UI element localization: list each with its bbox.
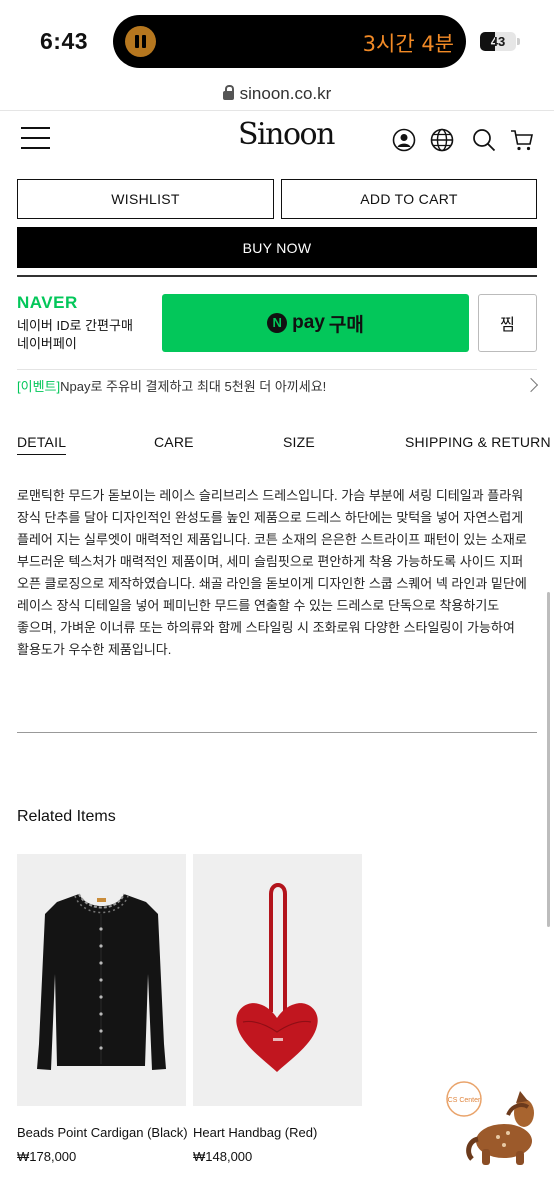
battery-tip: [517, 38, 520, 45]
search-icon[interactable]: [472, 128, 496, 152]
site-logo[interactable]: Sinoon: [238, 117, 335, 152]
browser-divider: [0, 110, 554, 111]
related-item-name[interactable]: Heart Handbag (Red): [193, 1125, 317, 1140]
pause-icon[interactable]: [125, 26, 156, 57]
divider: [17, 275, 537, 277]
jjim-button[interactable]: 찜: [478, 294, 537, 352]
account-icon[interactable]: [392, 128, 416, 152]
tab-detail[interactable]: DETAIL: [17, 434, 67, 455]
dynamic-island[interactable]: 3시간 4분: [113, 15, 466, 68]
url-text: sinoon.co.kr: [239, 84, 332, 103]
battery-level: 43: [490, 34, 506, 49]
npay-buy-button[interactable]: N pay 구매: [162, 294, 469, 352]
npay-buy-label: 구매: [328, 314, 364, 336]
event-tag: [이벤트]: [17, 379, 61, 394]
status-bar: 6:43 3시간 4분 43: [0, 0, 554, 82]
naver-desc-line2: 네이버페이: [17, 336, 77, 351]
cart-icon[interactable]: [510, 128, 534, 152]
divider: [17, 369, 537, 370]
battery-icon: 43: [480, 32, 516, 51]
related-item-price: ₩178,000: [17, 1149, 77, 1164]
cs-center-button[interactable]: CS Center: [438, 1075, 542, 1171]
wishlist-button[interactable]: WISHLIST: [17, 179, 274, 219]
globe-icon[interactable]: [430, 128, 454, 152]
cs-center-label: CS Center: [448, 1097, 481, 1104]
chevron-right-icon[interactable]: [523, 377, 539, 393]
related-item-image-cardigan[interactable]: [17, 854, 186, 1106]
naver-desc-line1: 네이버 ID로 간편구매: [17, 318, 133, 333]
address-bar[interactable]: sinoon.co.kr: [0, 84, 554, 104]
lock-icon: [222, 85, 234, 100]
related-item-price: ₩148,000: [193, 1149, 253, 1164]
menu-icon[interactable]: [21, 127, 50, 149]
timer-text: 3시간 4분: [362, 32, 454, 56]
status-time: 6:43: [40, 28, 89, 54]
related-item-image-handbag[interactable]: [193, 854, 362, 1106]
npay-event-link[interactable]: [이벤트]Npay로 주유비 결제하고 최대 5천원 더 아끼세요!: [17, 376, 326, 395]
related-items-title: Related Items: [17, 808, 116, 825]
naver-description: 네이버 ID로 간편구매 네이버페이: [17, 317, 133, 353]
related-item-name[interactable]: Beads Point Cardigan (Black): [17, 1125, 188, 1140]
add-to-cart-button[interactable]: ADD TO CART: [281, 179, 537, 219]
tab-shipping-return[interactable]: SHIPPING & RETURN: [405, 434, 551, 450]
tab-size[interactable]: SIZE: [283, 434, 315, 450]
npay-n-icon: N: [267, 313, 288, 333]
npay-pay-label: pay: [292, 312, 325, 333]
tab-care[interactable]: CARE: [154, 434, 194, 450]
buy-now-button[interactable]: BUY NOW: [17, 227, 537, 268]
event-text: Npay로 주유비 결제하고 최대 5천원 더 아끼세요!: [60, 379, 327, 394]
scrollbar[interactable]: [547, 592, 550, 927]
divider: [17, 732, 537, 733]
naver-logo: NAVER: [17, 293, 78, 312]
product-description: 로맨틱한 무드가 돋보이는 레이스 슬리브리스 드레스입니다. 가슴 부분에 셔…: [17, 488, 527, 657]
